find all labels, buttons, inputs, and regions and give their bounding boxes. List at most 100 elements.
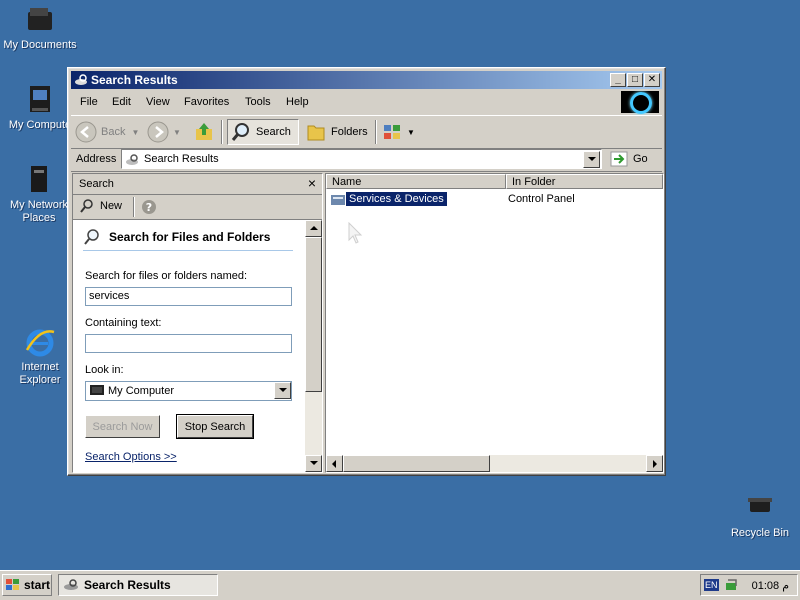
named-label: Search for files or folders named: <box>85 270 248 282</box>
folders-button[interactable]: Folders <box>305 119 368 145</box>
windows-throbber-logo <box>621 91 659 114</box>
search-heading-icon <box>84 229 99 245</box>
new-search-button[interactable]: New <box>79 198 122 214</box>
results-horizontal-scrollbar[interactable] <box>326 455 663 472</box>
menu-favorites[interactable]: Favorites <box>184 96 229 108</box>
toolbar-separator <box>375 120 377 144</box>
menu-file[interactable]: File <box>80 96 98 108</box>
stop-search-button[interactable]: Stop Search <box>176 414 254 439</box>
forward-button[interactable]: ▼ <box>147 119 181 145</box>
desktop-icon-label: Internet Explorer <box>19 361 61 386</box>
folders-label: Folders <box>331 126 368 138</box>
containing-label: Containing text: <box>85 317 162 329</box>
back-button[interactable]: Back ▼ <box>75 119 139 145</box>
search-results-icon <box>126 154 138 165</box>
toolbar-separator <box>221 120 223 144</box>
recycle-bin-icon <box>748 498 772 512</box>
address-value: Search Results <box>144 153 219 165</box>
address-dropdown-button[interactable] <box>583 151 600 168</box>
new-label: New <box>100 200 123 212</box>
forward-dropdown-icon[interactable]: ▼ <box>173 128 181 137</box>
look-in-select[interactable]: My Computer <box>85 381 292 401</box>
table-row[interactable]: Services & Devices Control Panel <box>330 192 660 209</box>
search-pane-toolbar: New ? <box>73 195 322 220</box>
search-now-button[interactable]: Search Now <box>85 415 160 438</box>
scroll-right-button[interactable] <box>646 455 663 472</box>
look-in-dropdown-button[interactable] <box>274 382 291 399</box>
svg-text:?: ? <box>146 201 152 214</box>
look-in-value: My Computer <box>108 385 175 397</box>
title-bar[interactable]: Search Results _ □ ✕ <box>71 71 662 89</box>
minimize-button[interactable]: _ <box>610 73 626 87</box>
window-title: Search Results <box>91 73 178 87</box>
computer-icon <box>90 385 104 395</box>
close-button[interactable]: ✕ <box>644 73 660 87</box>
search-pane: Search × New ? Search for Files and Fold… <box>72 173 323 473</box>
go-label: Go <box>633 153 648 165</box>
views-icon <box>384 125 400 139</box>
forward-arrow-icon <box>147 121 169 143</box>
scroll-up-button[interactable] <box>305 220 322 237</box>
system-tray: EN 01:08 م <box>700 574 798 596</box>
horizontal-scroll-thumb[interactable] <box>343 455 490 472</box>
back-label: Back <box>101 126 126 138</box>
maximize-button[interactable]: □ <box>627 73 643 87</box>
network-tray-icon[interactable] <box>724 577 740 593</box>
go-button[interactable]: Go <box>608 149 656 169</box>
views-dropdown-icon[interactable]: ▼ <box>407 128 415 137</box>
column-header-name[interactable]: Name <box>326 174 506 189</box>
search-heading: Search for Files and Folders <box>109 230 271 244</box>
desktop-icon-label: Recycle Bin <box>730 527 790 539</box>
menu-view[interactable]: View <box>146 96 170 108</box>
desktop-icon-label: My Network Places <box>9 199 69 224</box>
address-bar: Address Search Results Go <box>71 149 662 172</box>
scroll-left-button[interactable] <box>326 455 343 472</box>
views-button[interactable]: ▼ <box>381 119 415 145</box>
folders-icon <box>307 125 325 141</box>
pane-separator <box>133 197 135 217</box>
desktop-icon-recycle-bin[interactable]: Recycle Bin <box>720 492 800 540</box>
column-header-in-folder[interactable]: In Folder <box>506 174 663 189</box>
menu-help[interactable]: Help <box>286 96 309 108</box>
search-options-link[interactable]: Search Options >> <box>85 451 177 463</box>
internet-explorer-icon <box>25 329 55 357</box>
results-list: Name In Folder Services & Devices Contro… <box>325 173 664 473</box>
new-search-icon <box>80 199 93 213</box>
clock[interactable]: 01:08 م <box>752 579 789 592</box>
search-results-window: Search Results _ □ ✕ File Edit View Favo… <box>67 67 666 476</box>
my-documents-icon <box>28 8 52 30</box>
menu-bar: File Edit View Favorites Tools Help <box>71 91 662 114</box>
search-results-taskbar-icon <box>64 579 78 590</box>
back-dropdown-icon[interactable]: ▼ <box>131 128 139 137</box>
search-button[interactable]: Search <box>227 119 299 145</box>
address-label: Address <box>76 153 117 165</box>
desktop-icon-label: My Compute <box>8 119 72 131</box>
file-name-input[interactable]: services <box>85 287 292 306</box>
menu-tools[interactable]: Tools <box>245 96 271 108</box>
taskbar-item-search-results[interactable]: Search Results <box>58 574 218 596</box>
start-button[interactable]: start <box>2 574 52 596</box>
scroll-thumb[interactable] <box>305 237 322 392</box>
search-pane-scrollbar[interactable] <box>305 220 322 472</box>
scroll-down-button[interactable] <box>305 455 322 472</box>
search-label: Search <box>256 126 291 138</box>
result-folder: Control Panel <box>508 193 575 205</box>
network-places-icon <box>31 166 47 192</box>
throbber-ring-icon <box>630 92 652 114</box>
my-computer-icon <box>30 86 50 112</box>
search-magnifier-icon <box>231 123 249 141</box>
up-folder-button[interactable] <box>193 119 219 145</box>
containing-text-input[interactable] <box>85 334 292 353</box>
mouse-cursor-icon <box>348 222 363 244</box>
windows-flag-icon <box>6 579 19 590</box>
services-devices-icon <box>331 195 345 205</box>
go-arrow-icon <box>610 151 628 167</box>
help-icon[interactable]: ? <box>141 199 157 215</box>
close-pane-icon[interactable]: × <box>308 175 316 191</box>
desktop-icon-label: My Documents <box>3 39 77 51</box>
taskbar-item-label: Search Results <box>84 578 171 592</box>
desktop-icon-my-documents[interactable]: My Documents <box>0 4 80 52</box>
menu-edit[interactable]: Edit <box>112 96 131 108</box>
language-indicator[interactable]: EN <box>704 579 719 591</box>
address-input[interactable]: Search Results <box>121 149 602 169</box>
